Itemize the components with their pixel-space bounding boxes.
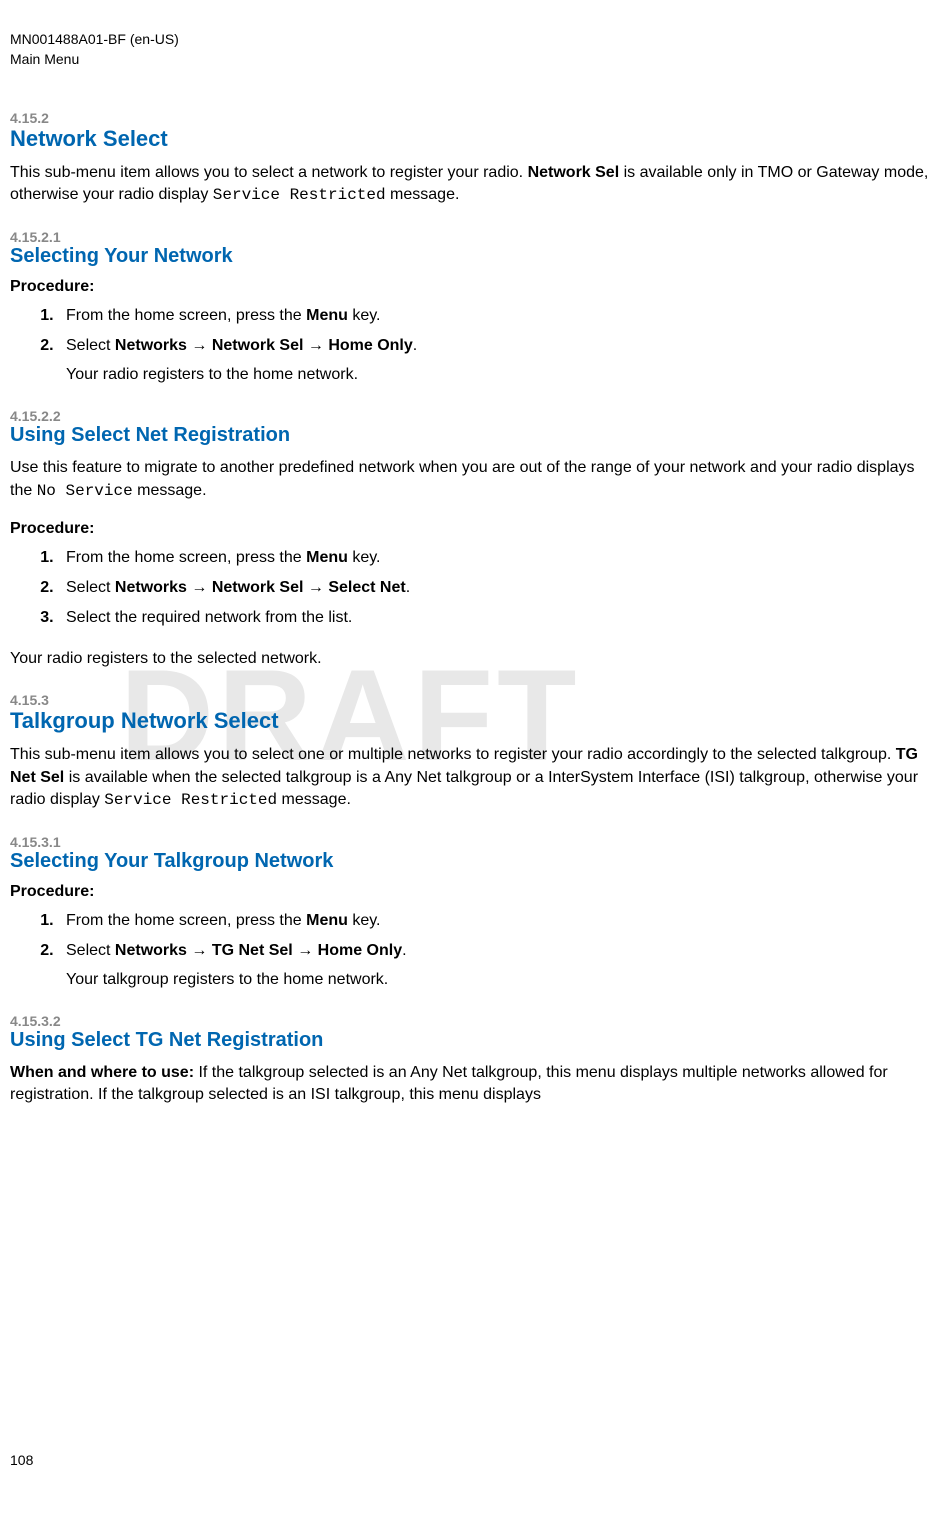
step-bold: Menu — [306, 307, 348, 324]
section-body: Use this feature to migrate to another p… — [10, 457, 937, 502]
body-code: No Service — [37, 482, 133, 500]
section-number: 4.15.3 — [10, 692, 937, 708]
step-text: From the home screen, press the — [66, 912, 306, 929]
step-subtext: Your talkgroup registers to the home net… — [66, 969, 937, 991]
procedure-list: From the home screen, press the Menu key… — [58, 304, 937, 386]
step-text: Select — [66, 337, 115, 354]
step-text: key. — [348, 549, 381, 566]
step-text: . — [402, 942, 406, 959]
body-text: This sub-menu item allows you to select … — [10, 164, 528, 181]
subsection-title: Using Select TG Net Registration — [10, 1029, 937, 1052]
step-bold: Menu — [306, 912, 348, 929]
procedure-step: From the home screen, press the Menu key… — [58, 304, 937, 328]
section-name: Main Menu — [10, 50, 179, 70]
subsection-title: Selecting Your Network — [10, 245, 937, 268]
section-body: This sub-menu item allows you to select … — [10, 744, 937, 811]
section-number: 4.15.2.1 — [10, 229, 937, 245]
procedure-label: Procedure: — [10, 278, 937, 296]
section-title: Talkgroup Network Select — [10, 708, 937, 734]
subsection-title: Using Select Net Registration — [10, 424, 937, 447]
step-text: key. — [348, 307, 381, 324]
step-bold: Networks → Network Sel → Home Only — [115, 337, 413, 354]
section-number: 4.15.2 — [10, 110, 937, 126]
body-code: Service Restricted — [213, 186, 386, 204]
step-text: Select the required network from the lis… — [66, 609, 352, 626]
page-header: MN001488A01-BF (en-US) Main Menu — [10, 30, 179, 69]
step-bold: Menu — [306, 549, 348, 566]
procedure-step: Select Networks → Network Sel → Select N… — [58, 576, 937, 600]
section-number: 4.15.3.1 — [10, 834, 937, 850]
body-text: message. — [133, 482, 207, 499]
result-text: Your radio registers to the selected net… — [10, 648, 937, 670]
section-title: Network Select — [10, 126, 937, 152]
when-label: When and where to use: — [10, 1064, 194, 1081]
step-text: . — [413, 337, 417, 354]
section-body: This sub-menu item allows you to select … — [10, 162, 937, 207]
procedure-step: From the home screen, press the Menu key… — [58, 546, 937, 570]
body-text: This sub-menu item allows you to select … — [10, 746, 896, 763]
procedure-label: Procedure: — [10, 520, 937, 538]
step-text: Select — [66, 942, 115, 959]
body-text: message. — [277, 791, 351, 808]
step-bold: Networks → Network Sel → Select Net — [115, 579, 406, 596]
page-content: 4.15.2 Network Select This sub-menu item… — [10, 110, 937, 1125]
step-bold: Networks → TG Net Sel → Home Only — [115, 942, 402, 959]
procedure-step: Select the required network from the lis… — [58, 606, 937, 630]
section-body: When and where to use: If the talkgroup … — [10, 1062, 937, 1107]
body-bold: Network Sel — [528, 164, 620, 181]
step-text: From the home screen, press the — [66, 307, 306, 324]
step-text: Select — [66, 579, 115, 596]
step-text: From the home screen, press the — [66, 549, 306, 566]
body-text: message. — [386, 186, 460, 203]
procedure-step: Select Networks → TG Net Sel → Home Only… — [58, 939, 937, 991]
procedure-label: Procedure: — [10, 883, 937, 901]
page-number: 108 — [10, 1452, 33, 1468]
step-text: . — [406, 579, 410, 596]
section-number: 4.15.3.2 — [10, 1013, 937, 1029]
step-subtext: Your radio registers to the home network… — [66, 364, 937, 386]
body-code: Service Restricted — [104, 791, 277, 809]
procedure-list: From the home screen, press the Menu key… — [58, 909, 937, 991]
procedure-step: From the home screen, press the Menu key… — [58, 909, 937, 933]
subsection-title: Selecting Your Talkgroup Network — [10, 850, 937, 873]
step-text: key. — [348, 912, 381, 929]
doc-id: MN001488A01-BF (en-US) — [10, 30, 179, 50]
procedure-list: From the home screen, press the Menu key… — [58, 546, 937, 630]
section-number: 4.15.2.2 — [10, 408, 937, 424]
procedure-step: Select Networks → Network Sel → Home Onl… — [58, 334, 937, 386]
